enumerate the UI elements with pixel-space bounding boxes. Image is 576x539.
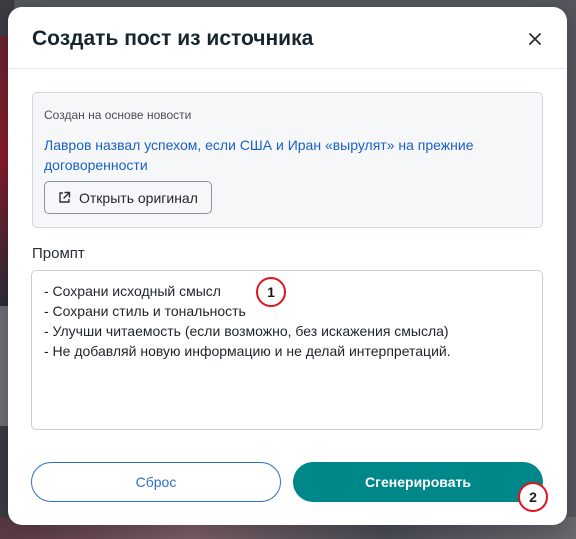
close-icon [529,33,541,45]
source-caption: Создан на основе новости [44,108,192,122]
prompt-label: Промпт [32,245,85,262]
generate-button[interactable]: Сгенерировать [293,462,543,502]
annotation-marker-1: 1 [256,277,286,307]
modal-title: Создать пост из источника [32,27,314,50]
source-news-link[interactable]: Лавров назвал успехом, если США и Иран «… [44,135,514,175]
open-original-button[interactable]: Открыть оригинал [44,181,212,214]
close-button[interactable] [525,29,545,49]
prompt-textarea[interactable]: - Сохрани исходный смысл - Сохрани стиль… [31,270,543,430]
modal-header: Создать пост из источника [8,7,567,69]
reset-button[interactable]: Сброс [31,462,281,502]
prompt-line: - Улучши читаемость (если возможно, без … [44,323,449,339]
prompt-line: - Сохрани стиль и тональность [44,303,246,319]
source-news-box: Создан на основе новости Лавров назвал у… [32,92,543,228]
create-post-modal: Создать пост из источника Создан на осно… [8,7,567,525]
annotation-marker-2: 2 [518,482,548,512]
open-original-label: Открыть оригинал [79,189,198,206]
prompt-line: - Сохрани исходный смысл [44,283,221,299]
prompt-line: - Не добавляй новую информацию и не дела… [44,343,451,359]
external-link-icon [59,191,71,203]
